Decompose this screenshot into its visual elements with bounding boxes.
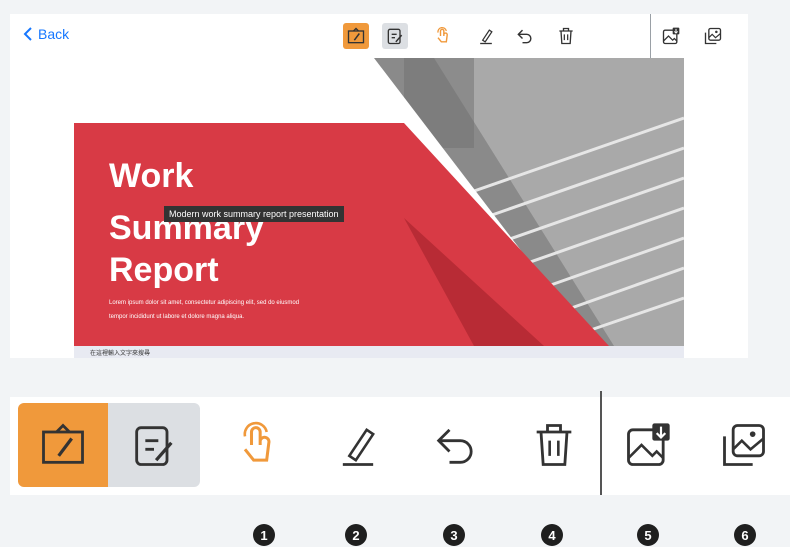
note-edit-icon [387,28,403,45]
presentation-slide[interactable]: Work Summary Report Modern work summary … [74,58,684,358]
slide-tooltip: Modern work summary report presentation [164,206,344,222]
pen-tool-button-large[interactable] [318,403,398,487]
pen-tool-button[interactable] [473,23,499,49]
gallery-icon [704,27,722,45]
chevron-left-icon [23,27,32,41]
zoomed-toolbar [10,391,790,495]
whiteboard-pen-icon [42,423,84,464]
taskbar-search-text: 在這裡輸入文字來搜尋 [90,351,151,357]
callout-badge-2: 2 [345,524,367,546]
gallery-icon [723,424,765,466]
whiteboard-mode-button[interactable] [343,23,369,49]
undo-icon [517,29,532,44]
pen-icon [480,29,493,45]
callout-badge-6: 6 [734,524,756,546]
gallery-button[interactable] [700,23,726,49]
delete-button[interactable] [553,23,579,49]
touch-hand-icon [437,27,448,43]
top-toolbar: Back [10,14,748,59]
trash-icon [559,27,573,45]
callout-badge-4: 4 [541,524,563,546]
note-edit-icon [135,426,173,466]
save-image-button[interactable] [658,23,684,49]
callout-badge-5: 5 [637,524,659,546]
slide-title-line-1: Work [109,157,194,195]
slide-title-line-3: Report [109,251,219,289]
delete-button-large[interactable] [514,403,594,487]
callout-badge-3: 3 [443,524,465,546]
windows-taskbar: 在這裡輸入文字來搜尋 [74,346,684,358]
trash-icon [536,424,572,466]
slide-preview: Work Summary Report Modern work summary … [10,58,748,358]
pen-icon [342,428,375,466]
touch-tool-button-large[interactable] [218,403,298,487]
whiteboard-pen-icon [347,27,365,44]
toolbar-divider [650,14,651,58]
undo-icon [436,428,473,464]
save-image-button-large[interactable] [608,403,688,487]
gallery-button-large[interactable] [704,403,784,487]
back-button[interactable]: Back [22,26,69,42]
toolbar-divider-large [600,391,602,495]
save-image-icon [627,423,670,466]
note-mode-button[interactable] [382,23,408,49]
slide-body-line-1: Lorem ipsum dolor sit amet, consectetur … [109,300,300,306]
undo-button-large[interactable] [416,403,496,487]
save-image-icon [662,27,680,45]
undo-button[interactable] [512,23,538,49]
touch-tool-button[interactable] [430,23,456,49]
slide-body-line-2: tempor incididunt ut labore et dolore ma… [109,314,245,320]
callout-badge-1: 1 [253,524,275,546]
whiteboard-mode-button-large[interactable] [18,403,108,487]
note-mode-button-large[interactable] [108,403,200,487]
touch-hand-icon [243,421,271,462]
back-label: Back [38,26,70,42]
